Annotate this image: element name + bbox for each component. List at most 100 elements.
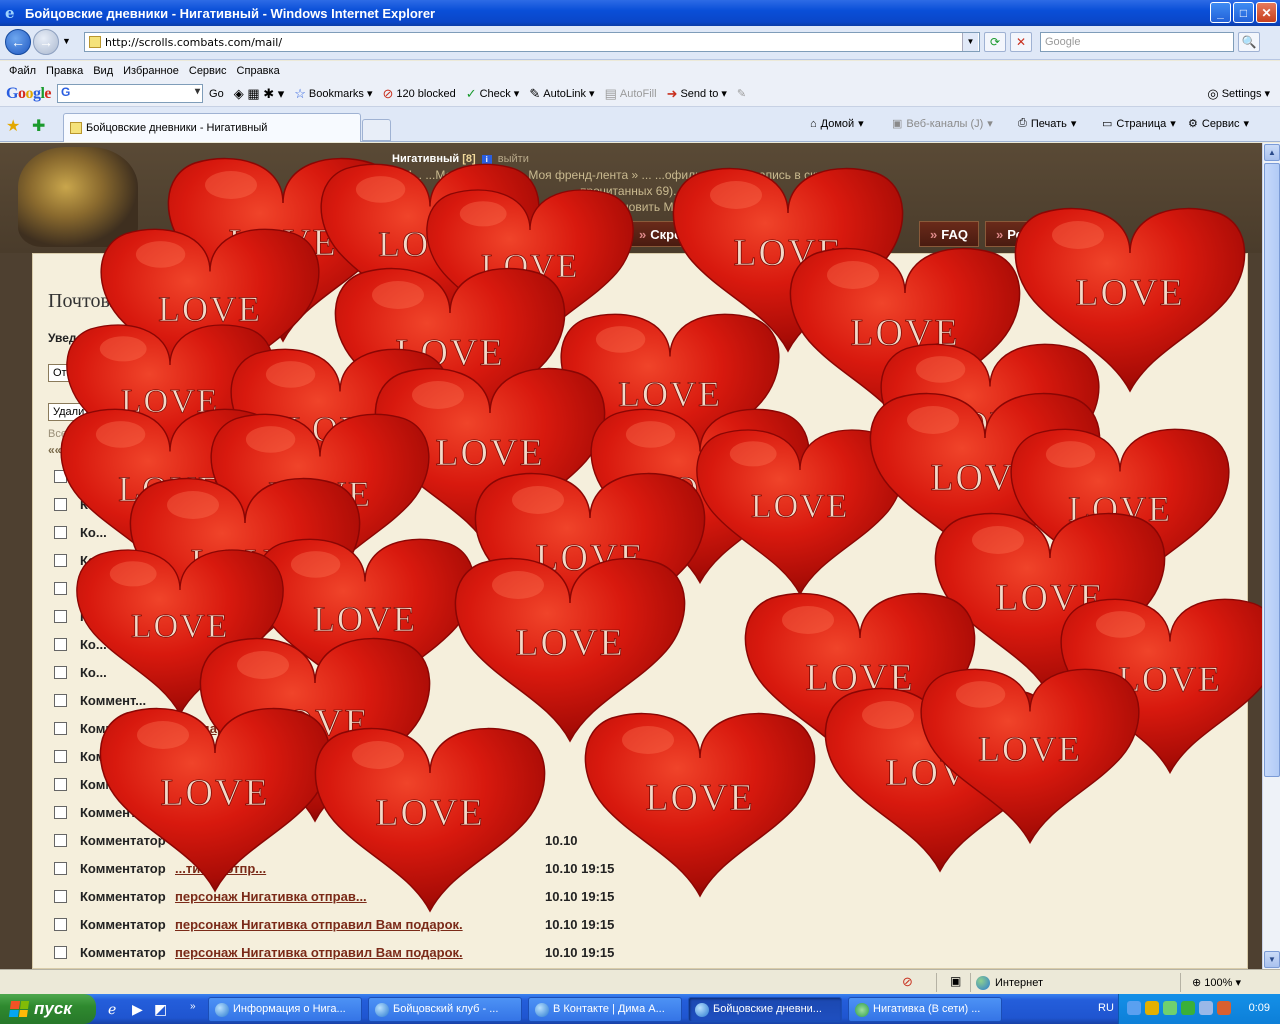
star-icon: ☆ xyxy=(294,85,306,101)
favorites-star-icon[interactable]: ★ xyxy=(6,116,20,136)
google-search-input[interactable]: G xyxy=(57,84,204,103)
autofill-button[interactable]: ▤ AutoFill xyxy=(605,86,657,102)
url-dropdown-icon[interactable]: ▼ xyxy=(962,33,978,51)
menu-bar: Файл Правка Вид Избранное Сервис Справка xyxy=(0,61,1280,81)
menu-help[interactable]: Справка xyxy=(232,65,285,77)
minimize-button[interactable]: _ xyxy=(1210,2,1231,23)
start-button[interactable]: пуск xyxy=(0,994,96,1024)
taskbar-item-1[interactable]: Информация о Нига... xyxy=(208,997,362,1022)
shield-icon[interactable] xyxy=(1145,1001,1159,1015)
antivirus-icon[interactable] xyxy=(1217,1001,1231,1015)
messenger-tray-icon[interactable] xyxy=(1181,1001,1195,1015)
language-indicator[interactable]: RU xyxy=(1098,1002,1114,1014)
clock: 0:09 xyxy=(1248,1002,1270,1014)
protected-mode-icon: ▣ xyxy=(950,974,962,988)
menu-favorites[interactable]: Избранное xyxy=(118,65,184,77)
vertical-scrollbar[interactable]: ▲ ▼ xyxy=(1262,143,1280,969)
add-favorite-icon[interactable]: ✚ xyxy=(32,116,45,136)
taskbar-item-2[interactable]: Бойцовский клуб - ... xyxy=(368,997,522,1022)
popup-blocker-button[interactable]: ⊘ 120 blocked xyxy=(382,86,455,102)
heart-love-label: LOVE xyxy=(158,289,262,329)
system-tray: 0:09 xyxy=(1118,994,1280,1024)
menu-file[interactable]: Файл xyxy=(4,65,41,77)
ie-icon xyxy=(535,1003,549,1017)
tray-back-icon[interactable] xyxy=(1127,1001,1141,1015)
ie-icon xyxy=(695,1003,709,1017)
heart-love-label: LOVE xyxy=(1075,272,1184,314)
back-button[interactable]: ← xyxy=(5,29,31,55)
new-tab-button[interactable] xyxy=(362,119,391,141)
security-zone[interactable]: Интернет xyxy=(976,976,1043,990)
scroll-down-icon[interactable]: ▼ xyxy=(1264,951,1280,968)
heart-love-label: LOVE xyxy=(131,608,229,645)
windows-taskbar: пуск ℯ ▶ ◩ » Информация о Нига... Бойцов… xyxy=(0,994,1280,1024)
zoom-level[interactable]: ⊕ 100% ▾ xyxy=(1192,976,1241,989)
network-icon[interactable] xyxy=(1163,1001,1177,1015)
heart-love-label: LOVE xyxy=(160,772,269,814)
taskbar-item-4[interactable]: Бойцовские дневни... xyxy=(688,997,842,1022)
google-settings-button[interactable]: ◎ Settings ▾ xyxy=(1207,86,1270,102)
tab-active[interactable]: Бойцовские дневники - Нигативный xyxy=(63,113,361,142)
home-icon: ⌂ xyxy=(810,117,817,130)
heart-love-label: LOVE xyxy=(645,777,754,819)
blocker-icon: ⊘ xyxy=(382,85,394,101)
globe-icon xyxy=(976,976,990,990)
heart-love-label: LOVE xyxy=(515,622,624,664)
scroll-up-icon[interactable]: ▲ xyxy=(1264,144,1280,161)
feeds-button[interactable]: ▣ Веб-каналы (J) ▾ xyxy=(892,117,993,131)
bookmarks-button[interactable]: ☆ Bookmarks ▾ xyxy=(294,86,372,102)
heart-love-label: LOVE xyxy=(978,729,1082,769)
close-window-button[interactable]: ✕ xyxy=(1256,2,1277,23)
heart-love-label: LOVE xyxy=(435,432,544,474)
google-go-button[interactable]: Go xyxy=(209,88,224,100)
feed-icon: ▣ xyxy=(892,118,903,130)
page-viewport: Нигативный [8] i выйти » М... ...Моя ф..… xyxy=(0,143,1262,969)
quicklaunch-media-icon[interactable]: ▶ xyxy=(132,1001,143,1018)
print-icon: ⎙ xyxy=(1018,117,1027,129)
window-title: Бойцовские дневники - Нигативный - Windo… xyxy=(25,5,436,21)
wand-icon: ✎ xyxy=(529,85,541,101)
google-extra-icons[interactable]: ◈ ▦ ✱ ▾ xyxy=(234,86,285,102)
search-button[interactable]: 🔍 xyxy=(1238,32,1260,52)
menu-view[interactable]: Вид xyxy=(88,65,118,77)
quicklaunch-ie-icon[interactable]: ℯ xyxy=(108,1001,116,1018)
google-logo: Google xyxy=(6,84,52,102)
send-icon: ➜ xyxy=(666,85,678,101)
quicklaunch-more-icon[interactable]: » xyxy=(190,1001,196,1012)
love-heart: LOVE xyxy=(314,727,546,912)
ie-logo-icon: e xyxy=(5,4,15,22)
search-input[interactable]: Google xyxy=(1040,32,1234,52)
settings-icon: ◎ xyxy=(1207,85,1219,101)
spellcheck-button[interactable]: ✓ Check ▾ xyxy=(466,86,520,102)
refresh-button[interactable]: ⟳ xyxy=(984,32,1006,52)
send-to-button[interactable]: ➜ Send to ▾ xyxy=(667,86,727,102)
love-hearts-overlay: LOVE LOVE LOVE LOVE LOVE LOVE LOVE LOVE LOVE LOVE… xyxy=(60,157,1262,912)
tools-menu-button[interactable]: ⚙ Сервис ▾ xyxy=(1188,117,1249,131)
menu-edit[interactable]: Правка xyxy=(41,65,88,77)
autolink-button[interactable]: ✎ AutoLink ▾ xyxy=(529,86,594,102)
url-input[interactable]: http://scrolls.combats.com/mail/ xyxy=(84,32,980,52)
quicklaunch-extra-icon[interactable]: ◩ xyxy=(154,1001,167,1018)
home-button[interactable]: ⌂ Домой ▾ xyxy=(810,117,864,131)
heart-love-label: LOVE xyxy=(751,488,849,525)
taskbar-item-3[interactable]: В Контакте | Дима А... xyxy=(528,997,682,1022)
heart-love-label: LOVE xyxy=(618,374,722,414)
forward-button[interactable]: → xyxy=(33,29,59,55)
history-dropdown-icon[interactable]: ▼ xyxy=(62,36,71,46)
maximize-button[interactable]: □ xyxy=(1233,2,1254,23)
volume-icon[interactable] xyxy=(1199,1001,1213,1015)
ie-icon xyxy=(215,1003,229,1017)
menu-tools[interactable]: Сервис xyxy=(184,65,232,77)
window-titlebar: e Бойцовские дневники - Нигативный - Win… xyxy=(0,0,1280,26)
taskbar-item-5[interactable]: Нигативка (В сети) ... xyxy=(848,997,1002,1022)
privacy-icon[interactable]: ⊘ xyxy=(902,974,913,990)
love-heart: LOVE xyxy=(99,707,331,892)
print-button[interactable]: ⎙ Печать ▾ xyxy=(1018,117,1076,130)
stop-button[interactable]: ✕ xyxy=(1010,32,1032,52)
google-toolbar: Google G Go ◈ ▦ ✱ ▾ ☆Bookmarks▾ ⊘120 blo… xyxy=(0,81,1280,107)
scroll-thumb[interactable] xyxy=(1264,163,1280,777)
highlight-icon[interactable]: ✎ xyxy=(737,87,746,100)
tab-favicon-icon xyxy=(70,122,82,134)
page-menu-button[interactable]: ▭ Страница ▾ xyxy=(1102,117,1176,131)
page-icon: ▭ xyxy=(1102,118,1113,130)
